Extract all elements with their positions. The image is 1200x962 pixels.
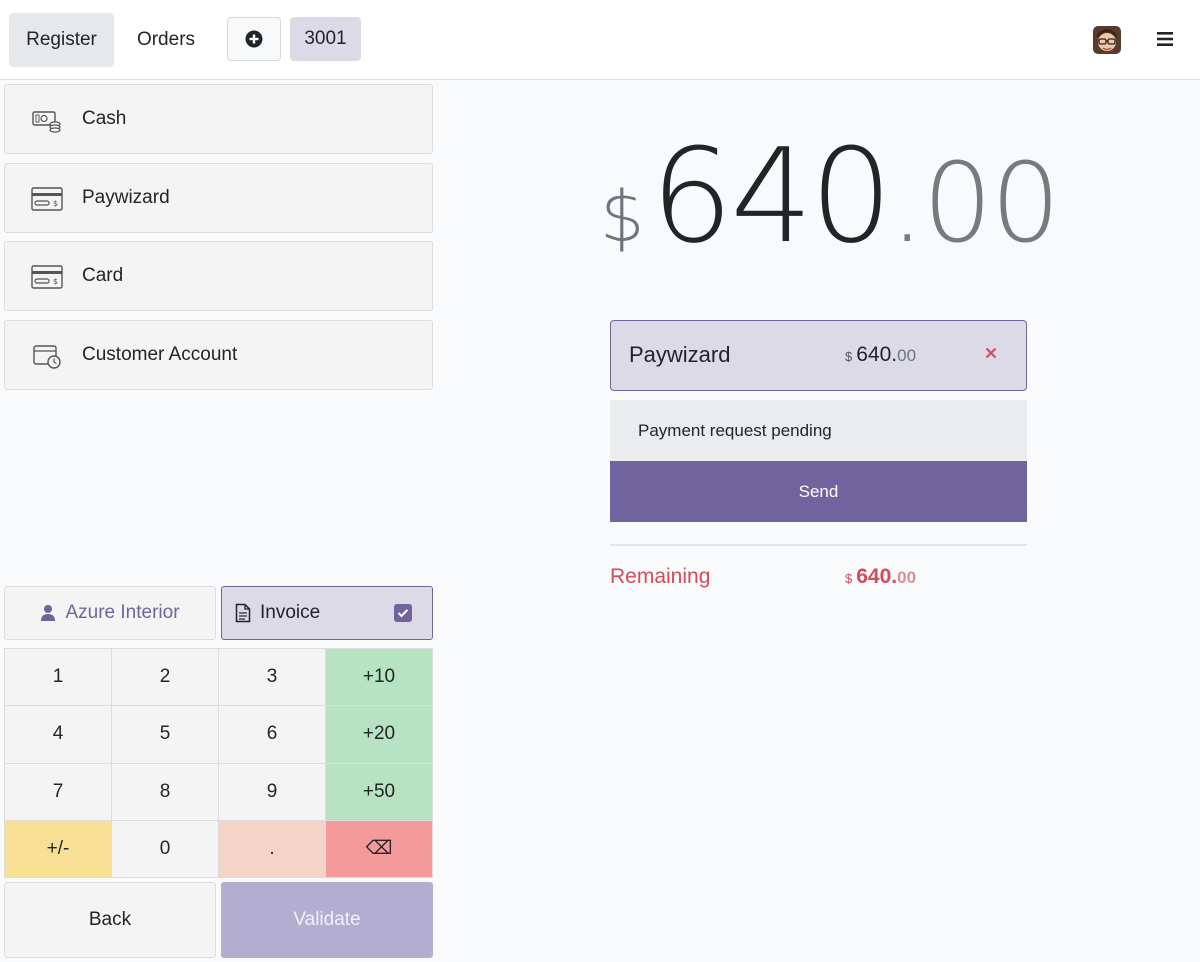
- back-button[interactable]: Back: [4, 882, 216, 958]
- register-tab[interactable]: Register: [9, 13, 114, 67]
- payment-line[interactable]: Paywizard $640.00: [610, 320, 1027, 391]
- numpad-key-plus-20[interactable]: +20: [326, 706, 432, 763]
- numpad-key-plus-50[interactable]: +50: [326, 763, 432, 820]
- numpad-key-5[interactable]: 5: [112, 706, 218, 763]
- customer-name: Azure Interior: [65, 602, 180, 623]
- send-button[interactable]: Send: [610, 461, 1027, 522]
- checkmark-icon: [397, 609, 409, 618]
- file-icon: [235, 603, 251, 623]
- invoice-label: Invoice: [260, 602, 321, 623]
- payment-method-label: Paywizard: [82, 187, 170, 208]
- numpad-key-9[interactable]: 9: [219, 763, 325, 820]
- cash-icon: [32, 111, 61, 133]
- total-integer: 640: [650, 120, 893, 272]
- payment-method-card[interactable]: $ Card: [4, 241, 433, 311]
- numpad-key-1[interactable]: 1: [5, 649, 111, 706]
- card-terminal-icon: $: [31, 265, 63, 289]
- numpad-key-plus-minus[interactable]: +/-: [5, 820, 111, 877]
- invoice-checkbox[interactable]: [394, 604, 412, 622]
- top-navbar: Register Orders 3001: [0, 0, 1200, 80]
- numpad-key-3[interactable]: 3: [219, 649, 325, 706]
- payment-method-customer-account[interactable]: Customer Account: [4, 320, 433, 390]
- numpad-key-plus-10[interactable]: +10: [326, 649, 432, 706]
- payment-status-text: Payment request pending: [610, 400, 1027, 461]
- current-order-tab[interactable]: 3001: [290, 17, 361, 61]
- remaining-integer: 640.: [856, 565, 898, 588]
- card-terminal-icon: $: [31, 187, 63, 211]
- close-x-icon[interactable]: [983, 345, 999, 361]
- total-amount: $ 640 .00: [600, 120, 1061, 272]
- numpad-key-backspace[interactable]: ⌫: [326, 820, 432, 877]
- remaining-decimal: 00: [897, 568, 917, 587]
- orders-tab[interactable]: Orders: [120, 13, 212, 67]
- svg-text:$: $: [53, 199, 58, 208]
- customer-button[interactable]: Azure Interior: [4, 586, 216, 640]
- numpad-key-0[interactable]: 0: [112, 820, 218, 877]
- payment-line-name: Paywizard: [629, 342, 731, 367]
- payment-method-paywizard[interactable]: $ Paywizard: [4, 163, 433, 233]
- numpad-key-8[interactable]: 8: [112, 763, 218, 820]
- divider: [610, 544, 1027, 546]
- numpad-key-4[interactable]: 4: [5, 706, 111, 763]
- payment-method-label: Customer Account: [82, 344, 238, 365]
- new-order-button[interactable]: [227, 17, 281, 61]
- invoice-toggle[interactable]: Invoice: [221, 586, 433, 640]
- remaining-label: Remaining: [610, 565, 711, 588]
- svg-text:$: $: [53, 277, 58, 286]
- payment-line-currency: $: [845, 349, 853, 364]
- payment-line-decimal: 00: [897, 346, 917, 365]
- numpad-key-2[interactable]: 2: [112, 649, 218, 706]
- payment-line-integer: 640.: [856, 343, 898, 366]
- remaining-amount: $640.00: [845, 565, 916, 589]
- plus-circle-icon: [245, 30, 263, 48]
- payment-method-label: Cash: [82, 108, 127, 129]
- numpad: 1 2 3 +10 4 5 6 +20 7 8 9 +50 +/- 0 . ⌫: [4, 648, 433, 878]
- remaining-currency: $: [845, 571, 853, 586]
- payment-method-label: Card: [82, 265, 124, 286]
- validate-button[interactable]: Validate: [221, 882, 433, 958]
- wallet-clock-icon: [33, 345, 61, 369]
- hamburger-menu-icon[interactable]: [1154, 28, 1176, 50]
- payment-line-amount: $640.00: [845, 343, 916, 367]
- numpad-key-decimal[interactable]: .: [219, 820, 325, 877]
- total-currency: $: [600, 176, 645, 258]
- user-avatar[interactable]: [1093, 26, 1121, 54]
- total-decimal: .00: [889, 139, 1061, 267]
- user-icon: [41, 605, 56, 621]
- numpad-key-7[interactable]: 7: [5, 763, 111, 820]
- numpad-key-6[interactable]: 6: [219, 706, 325, 763]
- payment-method-cash[interactable]: Cash: [4, 84, 433, 154]
